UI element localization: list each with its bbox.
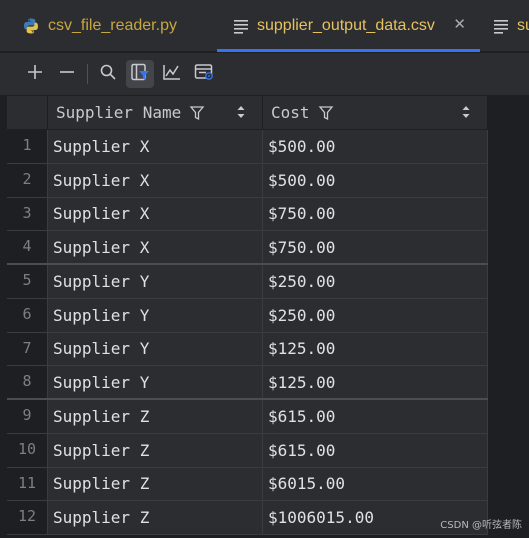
csv-file-icon [493,18,509,34]
cell-cost[interactable]: $250.00 [263,265,488,298]
cell-cost[interactable]: $615.00 [263,433,488,467]
search-icon [99,63,117,86]
row-number[interactable]: 3 [7,197,48,231]
cell-cost[interactable]: $615.00 [263,400,488,433]
grid-body: 1 Supplier X $500.00 2 Supplier X $500.00 3 Sup… [7,130,488,535]
tab-label: supplier_output_data.csv [257,17,435,34]
cell-cost[interactable]: $500.00 [263,130,488,163]
column-header-label: Cost [271,103,310,122]
filter-columns-button[interactable] [126,60,154,88]
table-row[interactable]: 8 Supplier Y $125.00 [7,366,488,400]
filter-columns-icon [130,62,150,87]
tab-overflow[interactable]: su [493,0,529,52]
sort-icon[interactable] [236,105,246,119]
row-number[interactable]: 1 [7,130,48,163]
cell-supplier-name[interactable]: Supplier Z [48,400,263,433]
add-row-icon [26,63,44,86]
tab-label: su [517,17,529,34]
table-row[interactable]: 7 Supplier Y $125.00 [7,332,488,367]
editor-tab-bar: csv_file_reader.py supplier_output_data.… [0,0,529,52]
table-row[interactable]: 4 Supplier X $750.00 [7,231,488,265]
row-number[interactable]: 11 [7,467,48,501]
filter-icon[interactable] [318,105,334,121]
tab-csv-file-reader[interactable]: csv_file_reader.py [0,0,216,52]
table-row[interactable]: 2 Supplier X $500.00 [7,163,488,198]
row-number[interactable]: 6 [7,298,48,332]
cell-supplier-name[interactable]: Supplier Z [48,501,263,534]
cell-cost[interactable]: $750.00 [263,231,488,263]
row-number[interactable]: 12 [7,501,48,534]
row-number[interactable]: 5 [7,265,48,298]
table-row[interactable]: 10 Supplier Z $615.00 [7,433,488,468]
column-header-label: Supplier Name [56,103,182,122]
cell-cost[interactable]: $500.00 [263,163,488,197]
remove-row-icon [58,63,76,86]
cell-supplier-name[interactable]: Supplier X [48,130,263,163]
cell-supplier-name[interactable]: Supplier X [48,231,263,263]
tab-supplier-output-data[interactable]: supplier_output_data.csv ✕ [217,0,480,52]
cell-cost[interactable]: $6015.00 [263,467,488,501]
cell-cost[interactable]: $125.00 [263,366,488,398]
close-tab-icon[interactable]: ✕ [453,17,466,32]
python-file-icon [22,17,40,35]
row-number[interactable]: 8 [7,366,48,398]
table-row[interactable]: 1 Supplier X $500.00 [7,130,488,164]
row-number[interactable]: 7 [7,332,48,366]
table-toolbar [0,53,529,95]
row-number-header [7,96,48,129]
table-row[interactable]: 5 Supplier Y $250.00 [7,265,488,299]
chart-button[interactable] [158,60,186,88]
table-row[interactable]: 3 Supplier X $750.00 [7,197,488,232]
grid-header: Supplier Name Cost [7,96,488,130]
search-button[interactable] [94,60,122,88]
cell-supplier-name[interactable]: Supplier Y [48,265,263,298]
cell-cost[interactable]: $750.00 [263,197,488,231]
toolbar-separator [87,64,88,84]
cell-cost[interactable]: $250.00 [263,298,488,332]
cell-supplier-name[interactable]: Supplier Z [48,433,263,467]
grid-empty-area [488,96,529,538]
add-row-button[interactable] [21,60,49,88]
column-header-cost[interactable]: Cost [263,96,488,129]
cell-supplier-name[interactable]: Supplier Y [48,366,263,398]
column-header-supplier-name[interactable]: Supplier Name [48,96,263,129]
cell-supplier-name[interactable]: Supplier X [48,163,263,197]
data-view-icon [194,63,214,86]
watermark: CSDN @听弦者陈 [440,520,522,531]
row-number[interactable]: 9 [7,400,48,433]
tab-label: csv_file_reader.py [48,17,177,34]
row-number[interactable]: 10 [7,433,48,467]
csv-file-icon [233,18,249,34]
cell-supplier-name[interactable]: Supplier X [48,197,263,231]
cell-cost[interactable]: $125.00 [263,332,488,366]
cell-supplier-name[interactable]: Supplier Y [48,298,263,332]
table-row[interactable]: 9 Supplier Z $615.00 [7,400,488,434]
filter-icon[interactable] [189,105,205,121]
table-row[interactable]: 11 Supplier Z $6015.00 [7,467,488,502]
sort-icon[interactable] [461,105,471,119]
table-row[interactable]: 12 Supplier Z $1006015.00 [7,501,488,535]
table-row[interactable]: 6 Supplier Y $250.00 [7,298,488,333]
cell-supplier-name[interactable]: Supplier Z [48,467,263,501]
data-view-button[interactable] [190,60,218,88]
csv-data-grid: Supplier Name Cost 1 Supplier X $500.00 2 Su… [7,96,488,535]
row-number[interactable]: 2 [7,163,48,197]
chart-icon [162,63,182,86]
remove-row-button[interactable] [53,60,81,88]
row-number[interactable]: 4 [7,231,48,263]
cell-supplier-name[interactable]: Supplier Y [48,332,263,366]
